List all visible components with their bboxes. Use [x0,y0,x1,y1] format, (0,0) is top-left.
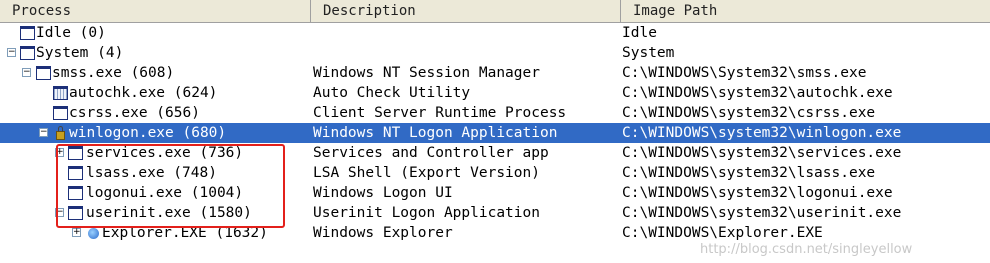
process-cell: lsass.exe (748) [0,163,311,183]
column-image-path[interactable]: Image Path [621,0,990,22]
process-tree: Idle (0) Idle − System (4) System − smss.exe (… [0,23,990,243]
process-name: Idle (0) [36,25,106,41]
process-row[interactable]: autochk.exe (624) Auto Check Utility C:\WI… [0,83,990,103]
process-cell: − userinit.exe (1580) [0,203,311,223]
process-name: smss.exe (608) [52,65,175,81]
description-cell: LSA Shell (Export Version) [313,165,540,181]
process-cell: logonui.exe (1004) [0,183,311,203]
process-row[interactable]: logonui.exe (1004) Windows Logon UI C:\WIN… [0,183,990,203]
process-name: winlogon.exe (680) [69,125,227,141]
process-row[interactable]: − System (4) System [0,43,990,63]
description-cell: Services and Controller app [313,145,549,161]
image-path-cell: C:\WINDOWS\system32\winlogon.exe [622,125,902,141]
collapse-icon[interactable]: − [55,208,64,217]
collapse-icon[interactable]: − [7,48,16,57]
image-path-cell: C:\WINDOWS\Explorer.EXE [622,225,823,241]
image-path-cell: C:\WINDOWS\system32\csrss.exe [622,105,876,121]
process-row[interactable]: − winlogon.exe (680) Windows NT Logon Appl… [0,123,990,143]
process-row[interactable]: + services.exe (736) Services and Controll… [0,143,990,163]
process-cell: − System (4) [0,43,311,63]
process-name: userinit.exe (1580) [86,205,252,221]
process-cell: + services.exe (736) [0,143,311,163]
description-cell: Windows NT Session Manager [313,65,540,81]
collapse-icon[interactable]: − [39,128,48,137]
process-cell: − winlogon.exe (680) [0,123,311,143]
description-cell: Windows NT Logon Application [313,125,558,141]
window-icon [68,166,83,180]
description-cell: Client Server Runtime Process [313,105,567,121]
process-row[interactable]: lsass.exe (748) LSA Shell (Export Version… [0,163,990,183]
column-description[interactable]: Description [311,0,621,22]
process-name: csrss.exe (656) [69,105,200,121]
window-icon [68,206,83,220]
image-path-cell: C:\WINDOWS\system32\autochk.exe [622,85,893,101]
window-icon [36,66,51,80]
window-icon [53,106,68,120]
process-cell: csrss.exe (656) [0,103,311,123]
image-path-cell: C:\WINDOWS\System32\smss.exe [622,65,867,81]
image-path-cell: C:\WINDOWS\system32\services.exe [622,145,902,161]
explorer-icon [86,226,101,240]
column-process[interactable]: Process [0,0,311,22]
description-cell: Auto Check Utility [313,85,471,101]
process-cell: − smss.exe (608) [0,63,311,83]
process-row[interactable]: Idle (0) Idle [0,23,990,43]
window-icon [20,26,35,40]
watermark: http://blog.csdn.net/singleyellow [700,242,913,257]
process-name: logonui.exe (1004) [86,185,244,201]
process-name: Explorer.EXE (1632) [102,225,268,241]
process-name: autochk.exe (624) [69,85,218,101]
image-path-cell: Idle [622,25,657,41]
grid-window-icon [53,86,68,100]
image-path-cell: C:\WINDOWS\system32\userinit.exe [622,205,902,221]
process-name: services.exe (736) [86,145,244,161]
collapse-icon[interactable]: − [22,68,31,77]
image-path-cell: C:\WINDOWS\system32\lsass.exe [622,165,876,181]
process-row[interactable]: csrss.exe (656) Client Server Runtime Pro… [0,103,990,123]
window-icon [68,186,83,200]
process-cell: + Explorer.EXE (1632) [0,223,311,243]
description-cell [313,23,621,43]
process-name: System (4) [36,45,124,61]
process-name: lsass.exe (748) [86,165,217,181]
window-icon [20,46,35,60]
description-cell [313,43,621,63]
description-cell: Windows Logon UI [313,185,453,201]
window-icon [68,146,83,160]
image-path-cell: C:\WINDOWS\system32\logonui.exe [622,185,893,201]
process-cell: autochk.exe (624) [0,83,311,103]
lock-icon [53,126,68,140]
process-cell: Idle (0) [0,23,311,43]
process-row[interactable]: + Explorer.EXE (1632) Windows Explorer C:\W… [0,223,990,243]
column-header: Process Description Image Path [0,0,990,23]
description-cell: Windows Explorer [313,225,453,241]
description-cell: Userinit Logon Application [313,205,540,221]
process-row[interactable]: − smss.exe (608) Windows NT Session Manage… [0,63,990,83]
process-row[interactable]: − userinit.exe (1580) Userinit Logon Appli… [0,203,990,223]
expand-icon[interactable]: + [55,148,64,157]
expand-icon[interactable]: + [72,228,81,237]
image-path-cell: System [622,45,675,61]
